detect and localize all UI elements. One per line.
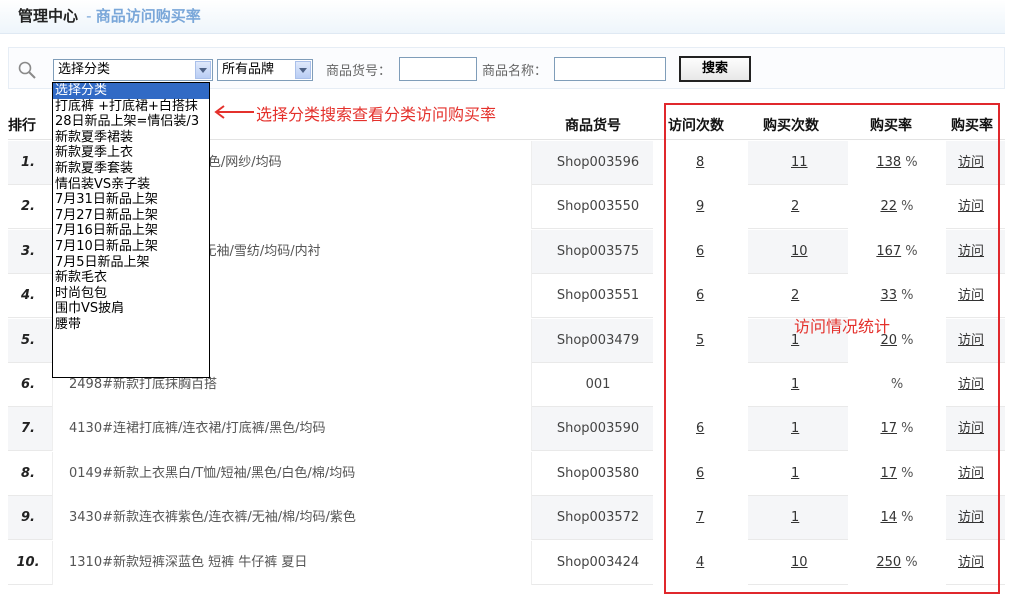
product-code-cell: Shop003550 (556, 199, 640, 215)
product-code-cell: Shop003424 (556, 554, 640, 570)
rank-cell: 6. (21, 377, 35, 392)
stats-box-label: 访问情况统计 (794, 317, 891, 336)
brand-select[interactable]: 所有品牌 (217, 59, 313, 81)
dropdown-option[interactable]: 新款夏季上衣 (53, 145, 209, 161)
dropdown-option[interactable]: 情侣装VS亲子装 (53, 177, 209, 193)
dropdown-option[interactable]: 围巾VS披肩 (53, 301, 209, 317)
dropdown-option[interactable]: 7月5日新品上架 (53, 255, 209, 271)
product-code-input[interactable] (399, 57, 477, 81)
product-code-cell: Shop003479 (556, 332, 640, 348)
product-name-cell: 3430#新款连衣裤紫色/连衣裤/无袖/棉/均码/紫色 (52, 496, 532, 541)
dropdown-option[interactable]: 新款夏季裙装 (53, 130, 209, 146)
brand-select-value: 所有品牌 (222, 62, 275, 77)
chevron-down-icon[interactable] (195, 61, 211, 79)
product-code-label: 商品货号： (326, 64, 392, 79)
dropdown-option[interactable]: 28日新品上架=情侣装/3 (53, 114, 209, 130)
product-name-cell: 1310#新款短裤深蓝色 短裤 牛仔裤 夏日 (52, 540, 532, 585)
header-rank: 排行 (8, 118, 36, 134)
product-name-input[interactable] (554, 57, 666, 81)
annotation-arrow-icon (214, 105, 254, 119)
rank-cell: 5. (21, 332, 35, 348)
search-button[interactable]: 搜索 (679, 56, 751, 82)
product-code-cell: Shop003596 (556, 155, 640, 170)
dropdown-option[interactable]: 7月27日新品上架 (53, 208, 209, 224)
product-code-cell: Shop003575 (556, 243, 640, 259)
dropdown-option[interactable]: 时尚包包 (53, 286, 209, 302)
product-name-label: 商品名称： (482, 64, 548, 79)
product-code-cell: Shop003551 (556, 288, 640, 304)
category-hint-annotation: 选择分类搜索查看分类访问购买率 (256, 105, 497, 124)
chevron-down-icon[interactable] (295, 61, 311, 79)
rank-cell: 1. (21, 155, 35, 170)
dropdown-option[interactable]: 打底裤 +打底裙+白搭抹 (53, 99, 209, 115)
product-code-cell: Shop003590 (556, 421, 640, 437)
category-select-value: 选择分类 (58, 62, 111, 77)
category-dropdown-list[interactable]: 选择分类 打底裤 +打底裙+白搭抹 28日新品上架=情侣装/3 新款夏季裙装 新款夏季上… (52, 82, 210, 378)
product-name-cell: 4130#连裙打底裤/连衣裙/打底裤/黑色/均码 (52, 407, 532, 452)
page-title: 管理中心 (18, 7, 79, 25)
page-subtitle: 商品访问购买率 (95, 7, 201, 25)
dropdown-option[interactable]: 选择分类 (53, 83, 209, 99)
stats-highlight-box (664, 103, 1000, 594)
dropdown-option[interactable]: 新款毛衣 (53, 270, 209, 286)
rank-cell: 2. (21, 199, 35, 215)
dropdown-option[interactable]: 7月16日新品上架 (53, 223, 209, 239)
dropdown-option[interactable]: 腰带 (53, 317, 209, 333)
page-header: 管理中心 - 商品访问购买率 (0, 0, 1005, 34)
title-separator: - (86, 7, 92, 25)
dropdown-option[interactable]: 7月31日新品上架 (53, 192, 209, 208)
dropdown-option[interactable]: 新款夏季套装 (53, 161, 209, 177)
product-code-cell: Shop003580 (556, 465, 640, 481)
product-name-cell: 0149#新款上衣黑白/T恤/短袖/黑色/白色/棉/均码 (52, 451, 532, 496)
rank-cell: 10. (16, 554, 40, 570)
rank-cell: 9. (21, 510, 35, 526)
rank-cell: 7. (21, 421, 35, 437)
dropdown-option[interactable]: 7月10日新品上架 (53, 239, 209, 255)
category-select[interactable]: 选择分类 (53, 59, 213, 81)
header-code: 商品货号 (565, 118, 621, 134)
search-icon (18, 61, 36, 79)
product-code-cell: Shop003572 (556, 510, 640, 526)
rank-cell: 8. (21, 465, 35, 481)
rank-cell: 3. (21, 243, 35, 259)
rank-cell: 4. (21, 288, 35, 304)
product-code-cell: 001 (585, 377, 611, 392)
